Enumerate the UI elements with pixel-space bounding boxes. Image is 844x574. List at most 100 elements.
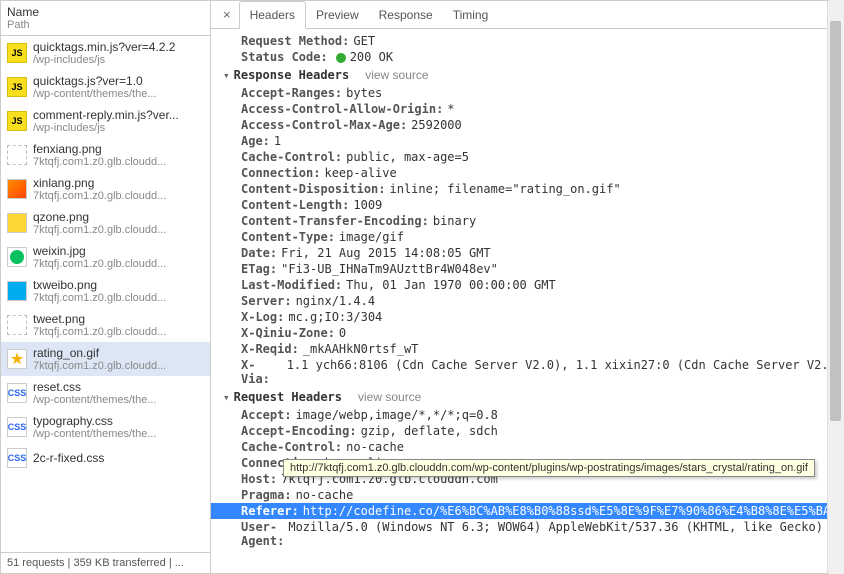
- tab-preview[interactable]: Preview: [306, 2, 369, 28]
- header-line[interactable]: Referer:http://codefine.co/%E6%BC%AB%E8%…: [211, 503, 843, 519]
- file-path: /wp-content/themes/the...: [33, 88, 157, 100]
- file-path: 7ktqfj.com1.z0.glb.cloudd...: [33, 224, 166, 236]
- header-line[interactable]: User-Agent:Mozilla/5.0 (Windows NT 6.3; …: [211, 519, 843, 549]
- file-item[interactable]: weixin.jpg7ktqfj.com1.z0.glb.cloudd...: [1, 240, 210, 274]
- request-headers-section[interactable]: Request Headers view source: [211, 387, 843, 407]
- header-value: bytes: [346, 86, 382, 100]
- column-header-path[interactable]: Path: [7, 19, 204, 31]
- header-value: Thu, 01 Jan 1970 00:00:00 GMT: [346, 278, 556, 292]
- header-value: *: [447, 102, 454, 116]
- file-path: /wp-includes/js: [33, 54, 175, 66]
- response-headers-title: Response Headers: [234, 68, 350, 82]
- header-value: _mkAAHkN0rtsf_wT: [303, 342, 419, 356]
- header-line[interactable]: Accept:image/webp,image/*,*/*;q=0.8: [211, 407, 843, 423]
- header-line[interactable]: Server:nginx/1.4.4: [211, 293, 843, 309]
- header-line[interactable]: Content-Type:image/gif: [211, 229, 843, 245]
- file-path: 7ktqfj.com1.z0.glb.cloudd...: [33, 258, 166, 270]
- header-line[interactable]: Access-Control-Allow-Origin:*: [211, 101, 843, 117]
- tab-timing[interactable]: Timing: [443, 2, 499, 28]
- header-line[interactable]: X-Qiniu-Zone: 0: [211, 325, 843, 341]
- file-name: fenxiang.png: [33, 142, 166, 156]
- view-source-link[interactable]: view source: [365, 68, 428, 82]
- header-value: 1.1 ych66:8106 (Cdn Cache Server V2.0), …: [287, 358, 843, 386]
- file-item[interactable]: qzone.png7ktqfj.com1.z0.glb.cloudd...: [1, 206, 210, 240]
- headers-detail-view[interactable]: Request Method: GET Status Code: 200 OK …: [211, 29, 843, 573]
- header-line[interactable]: X-Log: mc.g;IO:3/304: [211, 309, 843, 325]
- header-label: Last-Modified:: [241, 278, 342, 292]
- close-icon[interactable]: ×: [215, 3, 239, 26]
- file-item[interactable]: fenxiang.png7ktqfj.com1.z0.glb.cloudd...: [1, 138, 210, 172]
- request-headers-title: Request Headers: [234, 390, 342, 404]
- header-label: Content-Disposition:: [241, 182, 386, 196]
- header-label: User-Agent:: [241, 520, 284, 548]
- header-label: Accept-Encoding:: [241, 424, 357, 438]
- header-value: image/webp,image/*,*/*;q=0.8: [296, 408, 498, 422]
- file-path: 7ktqfj.com1.z0.glb.cloudd...: [33, 292, 166, 304]
- file-item[interactable]: rating_on.gif7ktqfj.com1.z0.glb.cloudd..…: [1, 342, 210, 376]
- file-type-icon: [7, 179, 27, 199]
- header-value: 1009: [353, 198, 382, 212]
- header-label: X-Qiniu-Zone:: [241, 326, 335, 340]
- header-line[interactable]: Connection:keep-alive: [211, 165, 843, 181]
- column-header-name[interactable]: Name: [7, 5, 204, 19]
- file-type-icon: [7, 315, 27, 335]
- file-name: weixin.jpg: [33, 244, 166, 258]
- response-headers-section[interactable]: Response Headers view source: [211, 65, 843, 85]
- file-name: reset.css: [33, 380, 157, 394]
- file-item[interactable]: JSquicktags.js?ver=1.0/wp-content/themes…: [1, 70, 210, 104]
- header-value: 0: [339, 326, 346, 340]
- file-name: tweet.png: [33, 312, 166, 326]
- header-value: gzip, deflate, sdch: [361, 424, 498, 438]
- request-method-value: GET: [353, 34, 375, 48]
- header-line[interactable]: Cache-Control:public, max-age=5: [211, 149, 843, 165]
- file-item[interactable]: CSSreset.css/wp-content/themes/the...: [1, 376, 210, 410]
- header-label: Pragma:: [241, 488, 292, 502]
- file-item[interactable]: txweibo.png7ktqfj.com1.z0.glb.cloudd...: [1, 274, 210, 308]
- file-type-icon: JS: [7, 43, 27, 63]
- header-line[interactable]: Accept-Encoding: gzip, deflate, sdch: [211, 423, 843, 439]
- scrollbar-thumb[interactable]: [830, 21, 841, 421]
- header-value: public, max-age=5: [346, 150, 469, 164]
- view-source-link[interactable]: view source: [358, 390, 421, 404]
- status-code-value: 200 OK: [332, 50, 393, 64]
- header-line[interactable]: Access-Control-Max-Age:2592000: [211, 117, 843, 133]
- header-value: http://codefine.co/%E6%BC%AB%E8%B0%88ssd…: [303, 504, 843, 518]
- file-item[interactable]: JS quicktags.min.js?ver=4.2.2/wp-includes…: [1, 36, 210, 70]
- header-value: mc.g;IO:3/304: [288, 310, 382, 324]
- header-value: 1: [274, 134, 281, 148]
- network-file-list-panel: Name Path JS quicktags.min.js?ver=4.2.2/w…: [1, 1, 211, 573]
- tab-headers[interactable]: Headers: [239, 1, 306, 29]
- devtools-container: Name Path JS quicktags.min.js?ver=4.2.2/w…: [0, 0, 844, 574]
- header-line[interactable]: Accept-Ranges:bytes: [211, 85, 843, 101]
- file-item[interactable]: xinlang.png7ktqfj.com1.z0.glb.cloudd...: [1, 172, 210, 206]
- file-name: quicktags.min.js?ver=4.2.2: [33, 40, 175, 54]
- header-line[interactable]: ETag:"Fi3-UB_IHNaTm9AUzttBr4W048ev": [211, 261, 843, 277]
- file-type-icon: [7, 145, 27, 165]
- file-type-icon: [7, 281, 27, 301]
- header-line[interactable]: X-Via:1.1 ych66:8106 (Cdn Cache Server V…: [211, 357, 843, 387]
- header-label: X-Log:: [241, 310, 284, 324]
- status-code-label: Status Code:: [241, 50, 328, 64]
- file-item[interactable]: CSStypography.css/wp-content/themes/the.…: [1, 410, 210, 444]
- scrollbar-track-right[interactable]: [827, 1, 843, 573]
- header-line[interactable]: Content-Length:1009: [211, 197, 843, 213]
- file-item[interactable]: CSS2c-r-fixed.css: [1, 444, 210, 472]
- file-item[interactable]: tweet.png7ktqfj.com1.z0.glb.cloudd...: [1, 308, 210, 342]
- file-list-header: Name Path: [1, 1, 210, 36]
- header-value: keep-alive: [324, 166, 396, 180]
- header-line[interactable]: Pragma:no-cache: [211, 487, 843, 503]
- file-type-icon: [7, 349, 27, 369]
- tab-response[interactable]: Response: [369, 2, 443, 28]
- file-name: qzone.png: [33, 210, 166, 224]
- header-line[interactable]: Age:1: [211, 133, 843, 149]
- file-name: typography.css: [33, 414, 157, 428]
- header-line[interactable]: X-Reqid:_mkAAHkN0rtsf_wT: [211, 341, 843, 357]
- file-list[interactable]: JS quicktags.min.js?ver=4.2.2/wp-includes…: [1, 36, 210, 552]
- header-line[interactable]: Content-Disposition:inline; filename="ra…: [211, 181, 843, 197]
- header-line[interactable]: Last-Modified: Thu, 01 Jan 1970 00:00:00 …: [211, 277, 843, 293]
- file-item[interactable]: JScomment-reply.min.js?ver.../wp-include…: [1, 104, 210, 138]
- header-line[interactable]: Date:Fri, 21 Aug 2015 14:08:05 GMT: [211, 245, 843, 261]
- header-label: Cache-Control:: [241, 440, 342, 454]
- header-line[interactable]: Content-Transfer-Encoding:binary: [211, 213, 843, 229]
- header-line[interactable]: Cache-Control:no-cache: [211, 439, 843, 455]
